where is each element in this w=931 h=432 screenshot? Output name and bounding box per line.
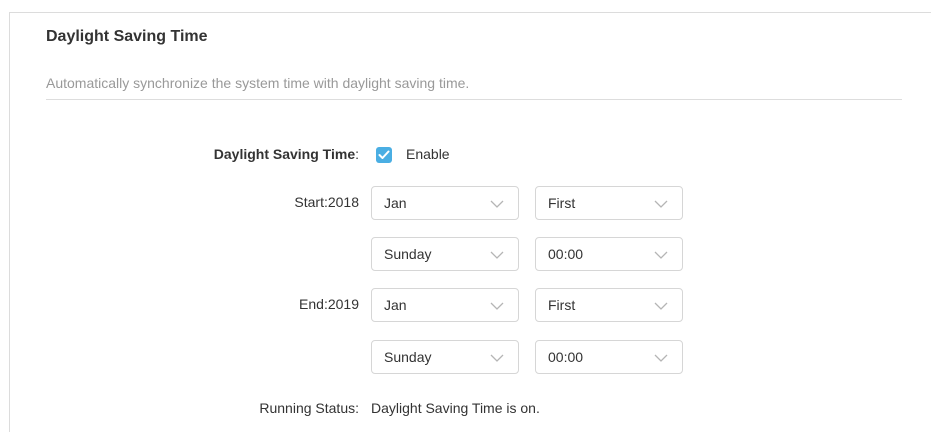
start-label: Start:2018 bbox=[294, 194, 359, 210]
status-value: Daylight Saving Time is on. bbox=[371, 400, 540, 416]
start-time-value: 00:00 bbox=[548, 246, 584, 262]
start-day-value: Sunday bbox=[384, 246, 432, 262]
chevron-down-icon bbox=[490, 302, 504, 310]
chevron-down-icon bbox=[654, 354, 668, 362]
end-month-value: Jan bbox=[384, 297, 407, 313]
start-week-value: First bbox=[548, 195, 576, 211]
end-week-select[interactable]: First bbox=[535, 288, 683, 322]
end-week-value: First bbox=[548, 297, 576, 313]
chevron-down-icon bbox=[490, 200, 504, 208]
start-week-select[interactable]: First bbox=[535, 186, 683, 220]
chevron-down-icon bbox=[654, 200, 668, 208]
chevron-down-icon bbox=[654, 302, 668, 310]
checkmark-icon bbox=[378, 150, 390, 159]
start-month-select[interactable]: Jan bbox=[371, 186, 519, 220]
end-label: End:2019 bbox=[299, 296, 359, 312]
status-label: Running Status: bbox=[259, 400, 359, 416]
start-day-select[interactable]: Sunday bbox=[371, 237, 519, 271]
dst-label: Daylight Saving Time: bbox=[214, 146, 359, 162]
enable-checkbox[interactable] bbox=[376, 147, 392, 163]
section-description: Automatically synchronize the system tim… bbox=[46, 75, 470, 91]
end-day-value: Sunday bbox=[384, 349, 432, 365]
settings-panel: Daylight Saving Time Automatically synch… bbox=[9, 12, 931, 432]
section-title: Daylight Saving Time bbox=[46, 28, 208, 45]
end-time-select[interactable]: 00:00 bbox=[535, 340, 683, 374]
dst-label-text: Daylight Saving Time bbox=[213, 146, 356, 162]
end-day-select[interactable]: Sunday bbox=[371, 340, 519, 374]
enable-label[interactable]: Enable bbox=[406, 146, 450, 162]
end-month-select[interactable]: Jan bbox=[371, 288, 519, 322]
chevron-down-icon bbox=[490, 251, 504, 259]
end-time-value: 00:00 bbox=[548, 349, 584, 365]
divider bbox=[46, 99, 902, 100]
chevron-down-icon bbox=[654, 251, 668, 259]
chevron-down-icon bbox=[490, 354, 504, 362]
start-time-select[interactable]: 00:00 bbox=[535, 237, 683, 271]
dst-label-colon: : bbox=[355, 146, 359, 162]
start-month-value: Jan bbox=[384, 195, 407, 211]
